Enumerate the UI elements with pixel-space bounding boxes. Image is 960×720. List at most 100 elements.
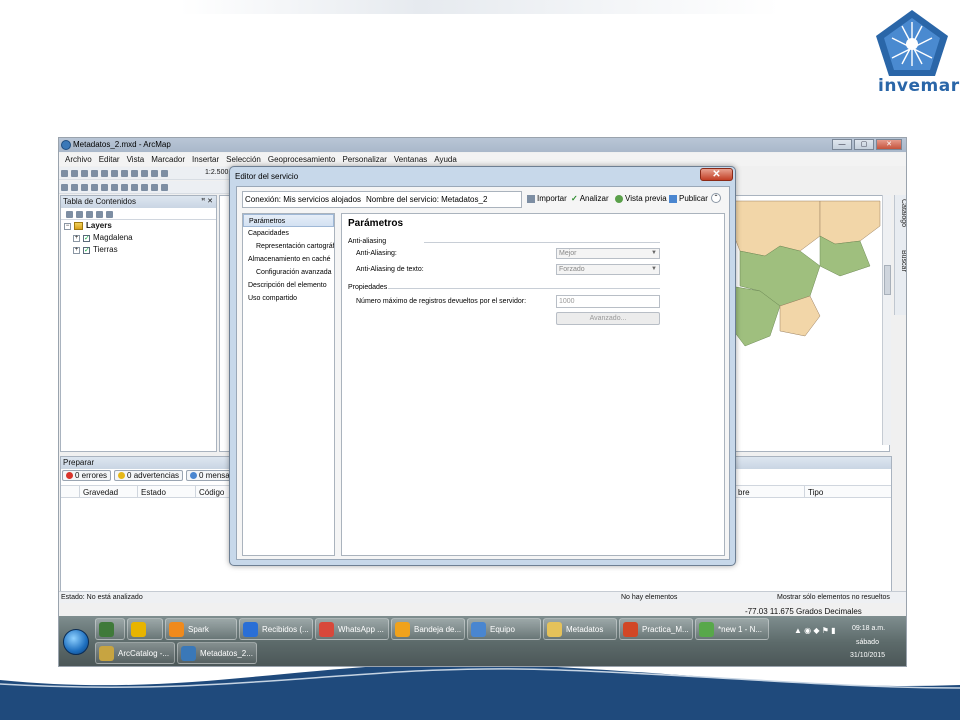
- new-icon[interactable]: [61, 170, 68, 177]
- analyze-button[interactable]: ✓ Analizar: [571, 194, 609, 203]
- col-codigo[interactable]: Código: [199, 488, 224, 497]
- menu-ayuda[interactable]: Ayuda: [434, 153, 457, 166]
- toc-pin-close[interactable]: ꟸ ✕: [201, 196, 213, 208]
- collapse-toolbar-icon[interactable]: ⌃: [711, 193, 721, 203]
- scroll-thumb[interactable]: [884, 265, 891, 295]
- fixed-zoom-out-icon[interactable]: [111, 184, 118, 191]
- layer-checkbox[interactable]: ✓: [83, 234, 90, 242]
- taskbar-item[interactable]: ArcCatalog -...: [95, 642, 175, 664]
- status-unresolved[interactable]: Mostrar sólo elementos no resueltos: [777, 592, 890, 603]
- full-extent-icon[interactable]: [91, 184, 98, 191]
- select-icon[interactable]: [141, 184, 148, 191]
- errors-button[interactable]: 0 errores: [62, 470, 112, 481]
- close-button[interactable]: ✕: [876, 139, 902, 150]
- copy-icon[interactable]: [111, 170, 118, 177]
- import-button[interactable]: Importar: [527, 194, 567, 203]
- minimize-button[interactable]: —: [832, 139, 852, 150]
- menu-personalizar[interactable]: Personalizar: [342, 153, 386, 166]
- layer-checkbox[interactable]: ✓: [83, 246, 90, 254]
- taskbar-item[interactable]: Equipo: [467, 618, 541, 640]
- taskbar-item[interactable]: [95, 618, 125, 640]
- taskbar-item[interactable]: *new 1 - N...: [695, 618, 769, 640]
- menu-marcador[interactable]: Marcador: [151, 153, 185, 166]
- nav-item[interactable]: Capacidades: [243, 227, 334, 240]
- max-records-input[interactable]: 1000: [556, 295, 660, 308]
- maximize-button[interactable]: ▢: [854, 139, 874, 150]
- menu-archivo[interactable]: Archivo: [65, 153, 92, 166]
- tray-icons[interactable]: ▲ ◉ ◆ ⚑ ▮: [794, 626, 836, 635]
- taskbar-item[interactable]: Metadatos: [543, 618, 617, 640]
- menu-ventanas[interactable]: Ventanas: [394, 153, 427, 166]
- taskbar-item[interactable]: Practica_M...: [619, 618, 693, 640]
- collapse-icon[interactable]: −: [64, 222, 71, 230]
- expand-icon[interactable]: +: [73, 246, 80, 254]
- nav-item[interactable]: Almacenamiento en caché: [243, 253, 334, 266]
- preview-button[interactable]: Vista previa: [615, 194, 667, 203]
- redo-icon[interactable]: [151, 170, 158, 177]
- catalog-tab[interactable]: Catálogo: [896, 199, 906, 227]
- col-tipo[interactable]: Tipo: [808, 488, 823, 497]
- col-nombre[interactable]: bre: [738, 488, 750, 497]
- pointer-icon[interactable]: [151, 184, 158, 191]
- errors-label: 0 errores: [75, 471, 108, 480]
- nav-item[interactable]: Representación cartográfi: [243, 240, 334, 253]
- section-divider: [424, 242, 660, 243]
- warnings-button[interactable]: 0 advertencias: [114, 470, 184, 481]
- zoom-out-icon[interactable]: [71, 184, 78, 191]
- options-icon[interactable]: [106, 211, 113, 218]
- taskbar-item[interactable]: Bandeja de...: [391, 618, 465, 640]
- taskbar-item[interactable]: WhatsApp ...: [315, 618, 389, 640]
- add-data-icon[interactable]: [161, 170, 168, 177]
- menu-seleccion[interactable]: Selección: [226, 153, 261, 166]
- menu-vista[interactable]: Vista: [127, 153, 145, 166]
- open-icon[interactable]: [71, 170, 78, 177]
- dialog-close-button[interactable]: ✕: [700, 168, 733, 181]
- anti-aliasing-select[interactable]: Mejor ▼: [556, 248, 660, 259]
- nav-item[interactable]: Configuración avanzada: [243, 266, 334, 279]
- menu-geoprocesamiento[interactable]: Geoprocesamiento: [268, 153, 336, 166]
- undo-icon[interactable]: [141, 170, 148, 177]
- nav-item[interactable]: Uso compartido: [243, 292, 334, 305]
- text-anti-aliasing-select[interactable]: Forzado ▼: [556, 264, 660, 275]
- arcmap-icon: [61, 140, 71, 150]
- clock-date: 31/10/2015: [850, 652, 886, 659]
- col-gravedad[interactable]: Gravedad: [83, 488, 118, 497]
- list-by-drawing-order-icon[interactable]: [66, 211, 73, 218]
- nav-item[interactable]: Descripción del elemento: [243, 279, 334, 292]
- map-vertical-scrollbar[interactable]: [882, 195, 891, 445]
- search-tab[interactable]: Buscar: [896, 250, 906, 272]
- print-icon[interactable]: [91, 170, 98, 177]
- taskbar-item[interactable]: [127, 618, 163, 640]
- save-icon[interactable]: [81, 170, 88, 177]
- menu-editar[interactable]: Editar: [99, 153, 120, 166]
- expand-icon[interactable]: +: [73, 234, 80, 242]
- menu-insertar[interactable]: Insertar: [192, 153, 219, 166]
- toc-layers-root[interactable]: − Layers: [61, 220, 216, 232]
- toc-layer-tierras[interactable]: + ✓ Tierras: [61, 244, 216, 256]
- paste-icon[interactable]: [121, 170, 128, 177]
- taskbar-item[interactable]: Spark: [165, 618, 237, 640]
- publish-button[interactable]: Publicar: [669, 194, 708, 203]
- forward-icon[interactable]: [131, 184, 138, 191]
- preview-label: Vista previa: [625, 194, 667, 203]
- back-icon[interactable]: [121, 184, 128, 191]
- list-by-source-icon[interactable]: [76, 211, 83, 218]
- nav-item[interactable]: Parámetros: [243, 214, 334, 227]
- list-by-visibility-icon[interactable]: [86, 211, 93, 218]
- toc-layer-magdalena[interactable]: + ✓ Magdalena: [61, 232, 216, 244]
- taskbar-item[interactable]: Metadatos_2...: [177, 642, 257, 664]
- app-icon: [99, 646, 114, 661]
- taskbar-item[interactable]: Recibidos (...: [239, 618, 313, 640]
- start-button[interactable]: [63, 629, 89, 655]
- zoom-in-icon[interactable]: [61, 184, 68, 191]
- list-by-selection-icon[interactable]: [96, 211, 103, 218]
- delete-icon[interactable]: [131, 170, 138, 177]
- error-icon: [66, 472, 73, 479]
- identify-icon[interactable]: [161, 184, 168, 191]
- pan-icon[interactable]: [81, 184, 88, 191]
- cut-icon[interactable]: [101, 170, 108, 177]
- col-estado[interactable]: Estado: [141, 488, 166, 497]
- advanced-button[interactable]: Avanzado...: [556, 312, 660, 325]
- fixed-zoom-in-icon[interactable]: [101, 184, 108, 191]
- clock-time[interactable]: 09:18 a.m.: [852, 625, 885, 632]
